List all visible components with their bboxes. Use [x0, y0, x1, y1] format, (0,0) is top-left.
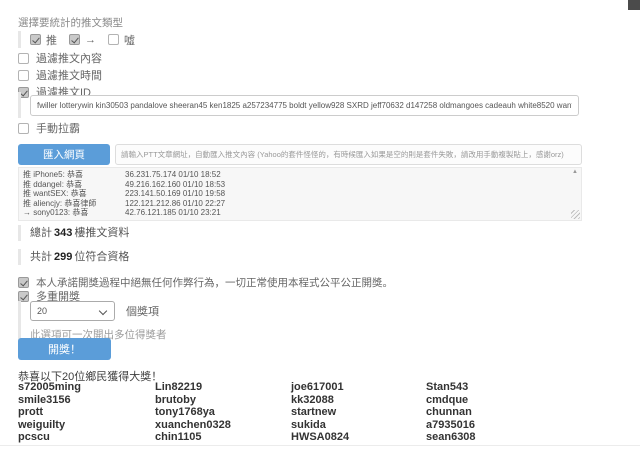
filter-option[interactable]: 過濾推文內容 [18, 52, 102, 64]
winner-name: prott [18, 406, 155, 419]
push-row-text: 推 aliencjy: 恭喜律師 [23, 199, 96, 208]
filter-label: 過濾推文內容 [36, 50, 102, 66]
manual-slot-label: 手動拉霸 [36, 120, 80, 136]
push-type-label: 噓 [124, 32, 135, 48]
winner-name: Lin82219 [155, 381, 291, 394]
fairness-promise-option[interactable]: 本人承諾開獎過程中絕無任何作弊行為，一切正常使用本程式公平公正開獎。 [18, 276, 393, 288]
scroll-up-icon[interactable]: ▲ [569, 168, 581, 176]
push-type-section-title: 選擇要統計的推文類型 [18, 15, 123, 30]
push-row-ip-time: 36.231.75.174 01/10 18:52 [125, 170, 221, 180]
checkbox-icon[interactable] [18, 277, 29, 288]
checkbox-icon[interactable] [18, 291, 29, 302]
winner-name: a7935016 [426, 419, 568, 432]
resize-grip-icon[interactable] [571, 210, 580, 219]
qualified-prefix: 共計 [30, 251, 52, 263]
prize-count-block: 20 個獎項 此選項可一次開出多位得獎者 [18, 301, 330, 342]
qualified-suffix: 位符合資格 [74, 251, 129, 263]
manual-slot-option[interactable]: 手動拉霸 [18, 122, 80, 134]
prize-count-value: 20 [37, 306, 47, 316]
push-type-checkbox-row: 推 → 噓 [18, 31, 135, 48]
winner-name: cmdque [426, 394, 568, 407]
checkbox-icon[interactable] [69, 34, 80, 45]
push-row: 推 aliencjy: 恭喜律師 122.121.212.86 01/10 22… [19, 199, 581, 209]
push-row-text: 推 wantSEX: 恭喜 [23, 189, 87, 198]
push-row-text: 推 iPhone5: 恭喜 [23, 170, 83, 179]
winner-name: kk32088 [291, 394, 426, 407]
winner-name: weiguilty [18, 419, 155, 432]
push-row: 推 iPhone5: 恭喜 36.231.75.174 01/10 18:52 [19, 170, 581, 180]
push-row: → sony0123: 恭喜 42.76.121.185 01/10 23:21 [19, 208, 581, 218]
push-row-ip-time: 223.141.50.169 01/10 19:58 [125, 189, 225, 199]
push-type-option[interactable]: → [69, 34, 96, 46]
checkbox-icon[interactable] [18, 53, 29, 64]
winner-name: HWSA0824 [291, 431, 426, 444]
checkbox-icon[interactable] [18, 70, 29, 81]
push-type-option[interactable]: 推 [30, 32, 57, 48]
winner-name: pcscu [18, 431, 155, 444]
total-count: 343 [54, 227, 72, 239]
winner-name: tony1768ya [155, 406, 291, 419]
prize-unit-label: 個獎項 [126, 303, 159, 319]
push-row-ip-time: 122.121.212.86 01/10 22:27 [125, 199, 225, 209]
bottom-divider [0, 445, 640, 446]
push-type-option[interactable]: 噓 [108, 32, 135, 48]
chevron-down-icon [99, 307, 107, 315]
winner-name: Stan543 [426, 381, 568, 394]
winner-name: joe617001 [291, 381, 426, 394]
winner-name: chin1105 [155, 431, 291, 444]
total-push-stat: 總計343樓推文資料 [18, 225, 129, 241]
qualified-count: 299 [54, 251, 72, 263]
draw-button[interactable]: 開獎！ [18, 338, 111, 360]
winners-grid: s72005ming Lin82219 joe617001 Stan543 sm… [18, 381, 568, 444]
qualified-stat: 共計299位符合資格 [18, 249, 129, 265]
push-row: 推 wantSEX: 恭喜 223.141.50.169 01/10 19:58 [19, 189, 581, 199]
winner-name: chunnan [426, 406, 568, 419]
winner-name: s72005ming [18, 381, 155, 394]
ptt-url-input[interactable] [115, 144, 582, 165]
checkbox-icon[interactable] [108, 34, 119, 45]
filter-option[interactable]: 過濾推文時間 [18, 69, 102, 81]
winner-name: startnew [291, 406, 426, 419]
total-suffix: 樓推文資料 [74, 227, 129, 239]
prize-count-select[interactable]: 20 [30, 301, 115, 321]
winner-name: sukida [291, 419, 426, 432]
winner-name: brutoby [155, 394, 291, 407]
push-row-text: → sony0123: 恭喜 [23, 208, 88, 217]
checkbox-icon[interactable] [18, 123, 29, 134]
push-type-label: 推 [46, 32, 57, 48]
push-row-text: 推 ddangel: 恭喜 [23, 180, 82, 189]
total-prefix: 總計 [30, 227, 52, 239]
window-corner [628, 0, 640, 10]
push-type-label: → [85, 34, 96, 46]
push-content-textarea[interactable]: 推 iPhone5: 恭喜 36.231.75.174 01/10 18:52 … [18, 167, 582, 221]
filter-label: 過濾推文時間 [36, 67, 102, 83]
winner-name: smile3156 [18, 394, 155, 407]
id-filter-input[interactable] [30, 95, 579, 116]
ptt-lottery-page: 選擇要統計的推文類型 推 → 噓 過濾推文內容 [0, 0, 640, 449]
push-row-ip-time: 49.216.162.160 01/10 18:53 [125, 180, 225, 190]
push-rows: 推 iPhone5: 恭喜 36.231.75.174 01/10 18:52 … [19, 168, 581, 218]
fairness-promise-label: 本人承諾開獎過程中絕無任何作弊行為，一切正常使用本程式公平公正開獎。 [36, 275, 393, 290]
push-row: 推 ddangel: 恭喜 49.216.162.160 01/10 18:53 [19, 180, 581, 190]
winner-name: sean6308 [426, 431, 568, 444]
id-filter-wrap [18, 92, 579, 118]
push-row-ip-time: 42.76.121.185 01/10 23:21 [125, 208, 221, 218]
winner-name: xuanchen0328 [155, 419, 291, 432]
import-webpage-button[interactable]: 匯入網頁 [18, 144, 110, 165]
checkbox-icon[interactable] [30, 34, 41, 45]
